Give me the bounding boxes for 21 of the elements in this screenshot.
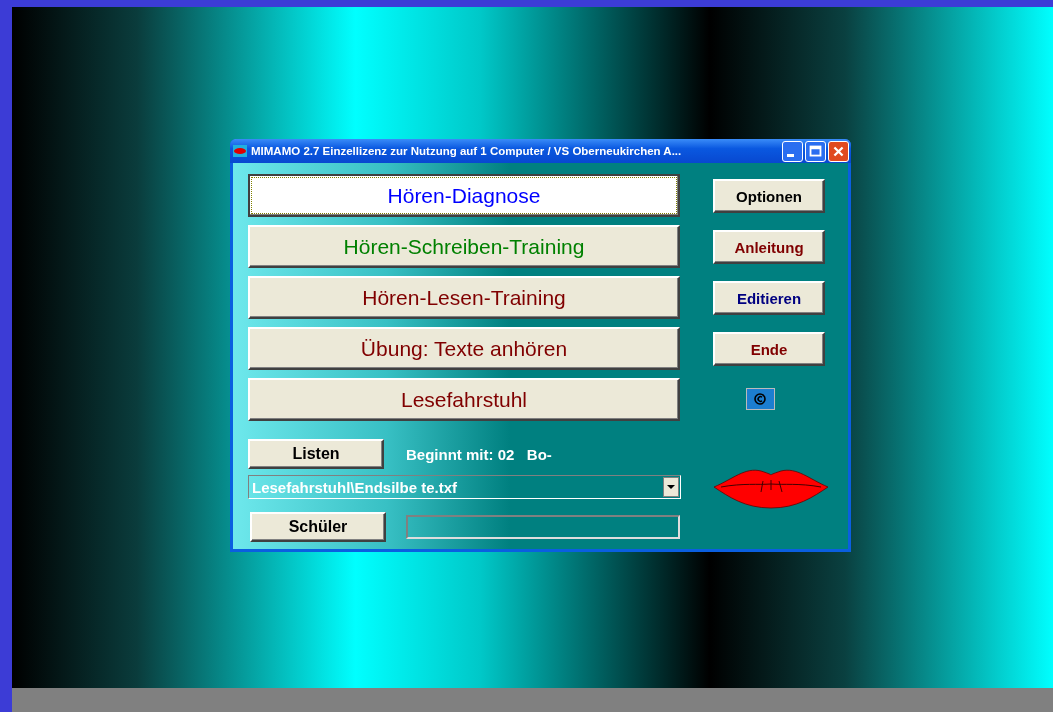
window-title: MIMAMO 2.7 Einzellizenz zur Nutzung auf 1 Computer / VS Oberneukirchen A... (251, 145, 683, 157)
copyright-button[interactable] (745, 388, 775, 410)
minimize-icon (787, 153, 794, 157)
lists-button[interactable]: Listen (248, 439, 384, 469)
menu-button[interactable]: Hören-Lesen-Training (248, 276, 680, 319)
side-button[interactable]: Editieren (713, 281, 825, 315)
menu-button[interactable]: Übung: Texte anhören (248, 327, 680, 370)
maximize-button[interactable] (805, 140, 826, 162)
side-button[interactable]: Ende (713, 332, 825, 366)
side-button[interactable]: Anleitung (713, 230, 825, 264)
menu-button[interactable]: Hören-Diagnose (248, 174, 680, 217)
start-label: Beginnt mit: 02 Bo- (406, 445, 552, 463)
menu-button[interactable]: Hören-Schreiben-Training (248, 225, 680, 268)
student-button[interactable]: Schüler (250, 512, 386, 542)
close-button[interactable] (828, 140, 849, 162)
side-button[interactable]: Optionen (713, 179, 825, 213)
menu-button[interactable]: Lesefahrstuhl (248, 378, 680, 421)
minimize-button[interactable] (782, 140, 803, 162)
student-field[interactable] (406, 515, 680, 539)
copyright-icon (754, 393, 766, 405)
lips-icon (233, 145, 247, 157)
